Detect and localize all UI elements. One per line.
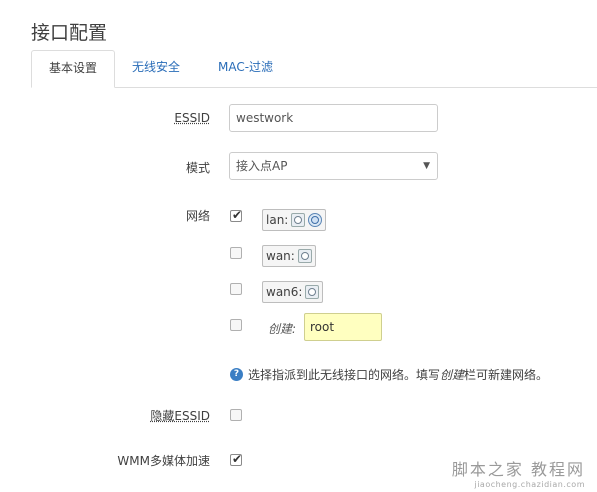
- tab-wireless-security[interactable]: 无线安全: [132, 50, 180, 86]
- network-wan-name: wan:: [266, 249, 295, 263]
- network-wan-checkbox[interactable]: [230, 247, 242, 259]
- dropdown-arrow-icon: ▼: [423, 161, 430, 171]
- network-label: 网络: [185, 209, 210, 223]
- network-lan-badge: lan:: [262, 209, 327, 231]
- mode-select-value: 接入点AP: [236, 159, 288, 173]
- wmm-checkbox[interactable]: ✔: [230, 452, 243, 466]
- tab-mac-filter[interactable]: MAC-过滤: [218, 50, 273, 86]
- mode-label: 模式: [185, 161, 210, 175]
- mode-select[interactable]: 接入点AP ▼: [229, 152, 438, 180]
- hide-essid-checkbox[interactable]: [230, 409, 242, 421]
- watermark-line2: jiaocheng.chazidian.com: [474, 480, 585, 489]
- ethernet-icon: [291, 213, 306, 227]
- network-wan6-checkbox[interactable]: [230, 283, 242, 295]
- essid-label: ESSID: [174, 111, 210, 125]
- network-wan6-badge: wan6:: [262, 281, 324, 303]
- hint-text-before: 选择指派到此无线接口的网络。填写: [248, 368, 441, 382]
- watermark-line1: 脚本之家 教程网: [451, 460, 585, 479]
- watermark: 脚本之家 教程网 jiaocheng.chazidian.com: [452, 456, 585, 489]
- ethernet-icon: [305, 285, 320, 299]
- network-wan-badge: wan:: [262, 245, 316, 267]
- wifi-icon: [308, 213, 323, 227]
- checkmark-icon: ✔: [232, 208, 243, 222]
- info-icon: ?: [230, 368, 243, 381]
- network-hint: ? 选择指派到此无线接口的网络。填写创建栏可新建网络。: [230, 366, 548, 383]
- network-wan6-name: wan6:: [266, 285, 303, 299]
- page-title: 接口配置: [31, 22, 108, 44]
- network-lan-checkbox[interactable]: ✔: [230, 208, 243, 222]
- network-create-label: 创建:: [268, 322, 297, 336]
- checkmark-icon: ✔: [232, 452, 243, 466]
- essid-input[interactable]: westwork: [229, 104, 438, 132]
- hint-text-after: 栏可新建网络。: [464, 368, 549, 382]
- hide-essid-label: 隐藏ESSID: [150, 409, 210, 423]
- tab-basic-settings[interactable]: 基本设置: [31, 50, 115, 88]
- network-lan-name: lan:: [266, 213, 289, 227]
- hint-text-em: 创建: [440, 368, 465, 382]
- network-create-checkbox[interactable]: [230, 319, 242, 331]
- network-create-input[interactable]: root: [304, 313, 382, 341]
- tab-bar: 基本设置 无线安全 MAC-过滤: [31, 50, 597, 88]
- wmm-label: WMM多媒体加速: [117, 454, 210, 468]
- ethernet-icon: [297, 249, 312, 263]
